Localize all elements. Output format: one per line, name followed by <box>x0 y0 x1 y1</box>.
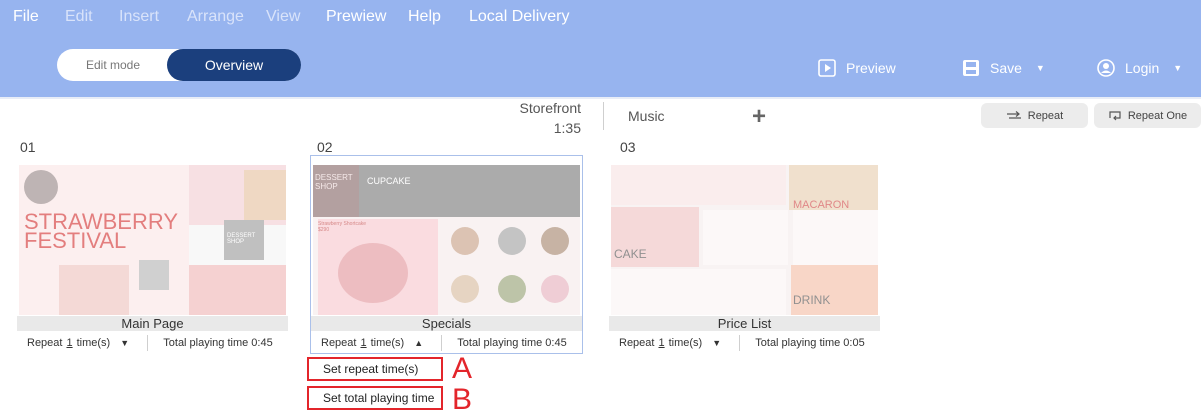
repeat-count: 1 <box>360 337 367 349</box>
menu-arrange[interactable]: Arrange <box>187 8 244 26</box>
page-title: Specials <box>311 316 582 331</box>
repeat-unit: time(s) <box>370 337 405 349</box>
play-icon <box>818 59 836 77</box>
storefront-duration: 1:35 <box>553 120 581 136</box>
total-playing-time[interactable]: Total playing time 0:45 <box>442 337 582 349</box>
repeat-dropdown[interactable]: Repeat 1 time(s) ▼ <box>17 337 147 349</box>
caret-down-icon: ▼ <box>712 338 722 348</box>
music-label: Music <box>628 108 665 124</box>
login-button[interactable]: Login ▼ <box>1097 59 1182 77</box>
repeat-one-button[interactable]: Repeat One <box>1094 103 1201 128</box>
edit-mode-button[interactable]: Edit mode <box>57 49 169 81</box>
page-card-specials[interactable]: DESSERT SHOP CUPCAKE Strawberry Shortcak… <box>310 155 583 354</box>
set-total-playing-time-menu-item[interactable]: Set total playing time <box>307 386 443 410</box>
set-repeat-times-menu-item[interactable]: Set repeat time(s) <box>307 357 443 381</box>
repeat-one-icon <box>1109 110 1121 120</box>
menu-help[interactable]: Help <box>408 8 441 26</box>
repeat-button[interactable]: Repeat <box>981 103 1088 128</box>
repeat-icon <box>1006 110 1021 119</box>
page-footer: Repeat 1 time(s) ▲ Total playing time 0:… <box>311 333 582 353</box>
caret-up-icon: ▲ <box>414 338 424 348</box>
chevron-down-icon: ▼ <box>1173 63 1183 73</box>
annotation-label-b: B <box>452 383 473 416</box>
page-card-main[interactable]: STRAWBERRY FESTIVAL DESSERT SHOP Main Pa… <box>17 156 288 353</box>
annotation-label-a: A <box>452 352 473 385</box>
menu-view[interactable]: View <box>266 8 300 26</box>
menu-file[interactable]: File <box>13 8 39 26</box>
repeat-dropdown[interactable]: Repeat 1 time(s) ▼ <box>609 337 739 349</box>
preview-button[interactable]: Preview <box>818 59 896 77</box>
total-playing-time[interactable]: Total playing time 0:05 <box>740 337 880 349</box>
thumb-overlay <box>313 165 580 315</box>
page-title: Price List <box>609 316 880 331</box>
menu-insert[interactable]: Insert <box>119 8 159 26</box>
page-card-price-list[interactable]: CAKE MACARON DRINK Price List Repeat 1 t… <box>609 156 880 353</box>
thumb-overlay <box>19 165 286 315</box>
add-music-plus-icon[interactable]: + <box>752 103 766 131</box>
save-button[interactable]: Save ▼ <box>962 59 1045 77</box>
save-label: Save <box>990 60 1022 76</box>
chevron-down-icon: ▼ <box>1035 63 1045 73</box>
caret-down-icon: ▼ <box>120 338 130 348</box>
repeat-dropdown[interactable]: Repeat 1 time(s) ▲ <box>311 337 441 349</box>
save-icon <box>963 60 979 76</box>
menu-local-delivery[interactable]: Local Delivery <box>469 8 569 26</box>
repeat-unit: time(s) <box>76 337 111 349</box>
repeat-count: 1 <box>658 337 665 349</box>
page-thumbnail: DESSERT SHOP CUPCAKE Strawberry Shortcak… <box>313 165 580 315</box>
page-number: 02 <box>317 139 333 155</box>
divider <box>603 102 604 130</box>
page-title: Main Page <box>17 316 288 331</box>
user-icon <box>1097 59 1115 77</box>
menu-edit[interactable]: Edit <box>65 8 93 26</box>
page-footer: Repeat 1 time(s) ▼ Total playing time 0:… <box>17 333 288 353</box>
menu-preview[interactable]: Prewiew <box>326 8 386 26</box>
preview-label: Preview <box>846 60 896 76</box>
repeat-label: Repeat <box>1027 109 1064 122</box>
repeat-unit: time(s) <box>668 337 703 349</box>
thumb-overlay <box>611 165 878 315</box>
page-footer: Repeat 1 time(s) ▼ Total playing time 0:… <box>609 333 880 353</box>
repeat-prefix: Repeat <box>619 337 655 349</box>
storefront-name: Storefront <box>519 100 581 116</box>
repeat-prefix: Repeat <box>321 337 357 349</box>
overview-button[interactable]: Overview <box>167 49 301 81</box>
repeat-count: 1 <box>66 337 73 349</box>
page-number: 01 <box>20 139 36 155</box>
repeat-prefix: Repeat <box>27 337 63 349</box>
total-playing-time[interactable]: Total playing time 0:45 <box>148 337 288 349</box>
toolbar-divider <box>0 97 1201 99</box>
page-thumbnail: CAKE MACARON DRINK <box>611 165 878 315</box>
page-number: 03 <box>620 139 636 155</box>
repeat-one-label: Repeat One <box>1127 109 1188 122</box>
login-label: Login <box>1125 60 1160 76</box>
page-thumbnail: STRAWBERRY FESTIVAL DESSERT SHOP <box>19 165 286 315</box>
mode-toggle: Edit mode Overview <box>57 49 301 81</box>
